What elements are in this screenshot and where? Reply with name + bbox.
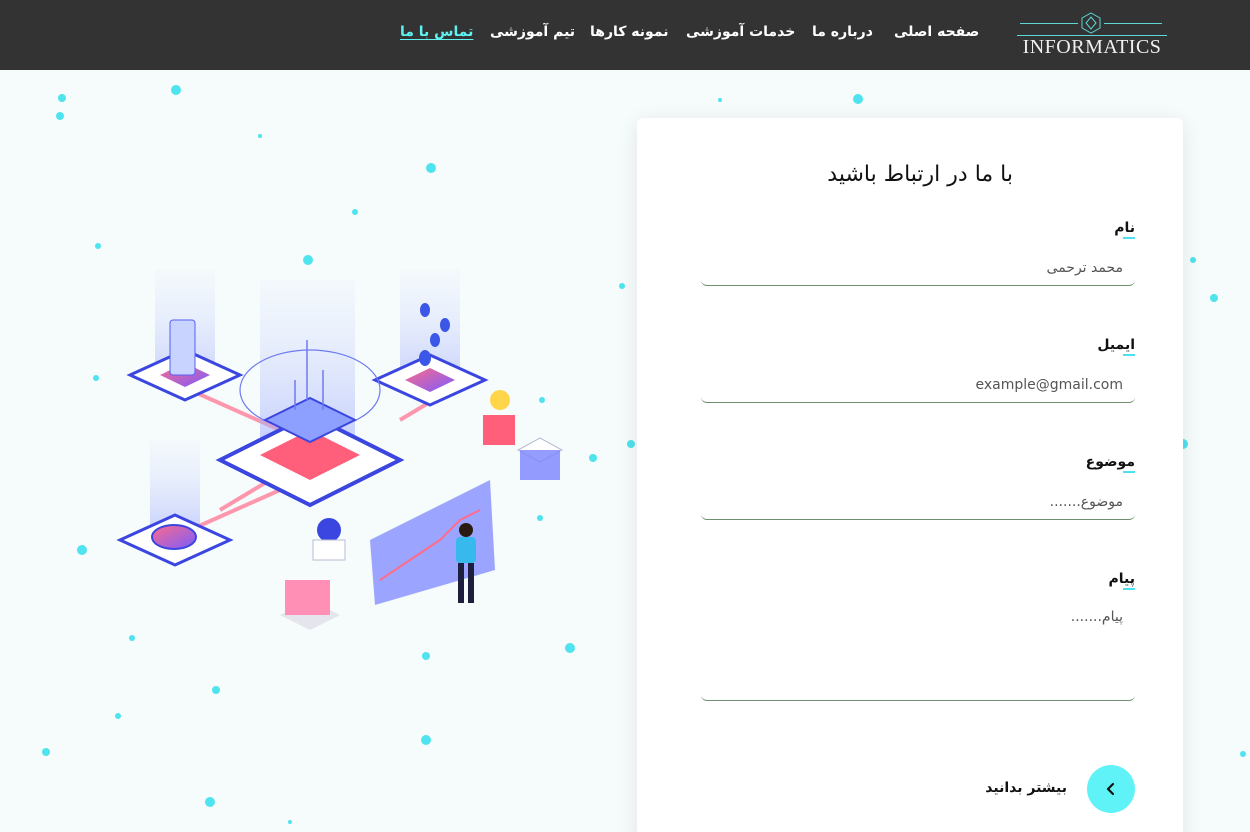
- name-label: نام: [1114, 220, 1135, 239]
- logo-text: INFORMATICS: [1022, 36, 1162, 58]
- nav-item-about[interactable]: درباره ما: [812, 24, 873, 46]
- logo-decor-line: [1104, 23, 1162, 24]
- chevron-left-icon: [1106, 782, 1115, 796]
- name-input[interactable]: [701, 250, 1135, 286]
- contact-form-card: با ما در ارتباط باشید نام ایمیل موضوع پی…: [637, 118, 1183, 832]
- learn-more-label[interactable]: بیشتر بدانید: [985, 780, 1067, 796]
- main-nav: صفحه اصلی درباره ما خدمات آموزشی نمونه ک…: [0, 0, 1000, 70]
- subject-input[interactable]: [701, 484, 1135, 520]
- form-title: با ما در ارتباط باشید: [827, 162, 1013, 187]
- nav-item-home[interactable]: صفحه اصلی: [894, 24, 979, 46]
- isometric-network-illustration: [116, 270, 564, 630]
- subject-label: موضوع: [1085, 454, 1136, 473]
- brand-logo[interactable]: INFORMATICS: [1012, 10, 1172, 60]
- logo-decor-line: [1020, 23, 1078, 24]
- diamond-logo-icon: [1081, 12, 1101, 34]
- top-navbar: INFORMATICS صفحه اصلی درباره ما خدمات آم…: [0, 0, 1250, 70]
- learn-more-button[interactable]: [1087, 765, 1135, 813]
- nav-item-contact[interactable]: تماس با ما: [400, 24, 473, 46]
- email-label: ایمیل: [1097, 337, 1135, 356]
- nav-item-portfolio[interactable]: نمونه کارها: [590, 24, 668, 46]
- message-label: پیام: [1108, 571, 1135, 590]
- message-textarea[interactable]: [701, 605, 1135, 701]
- nav-item-team[interactable]: تیم آموزشی: [490, 24, 575, 46]
- email-input[interactable]: [701, 367, 1135, 403]
- nav-item-services[interactable]: خدمات آموزشی: [686, 24, 795, 46]
